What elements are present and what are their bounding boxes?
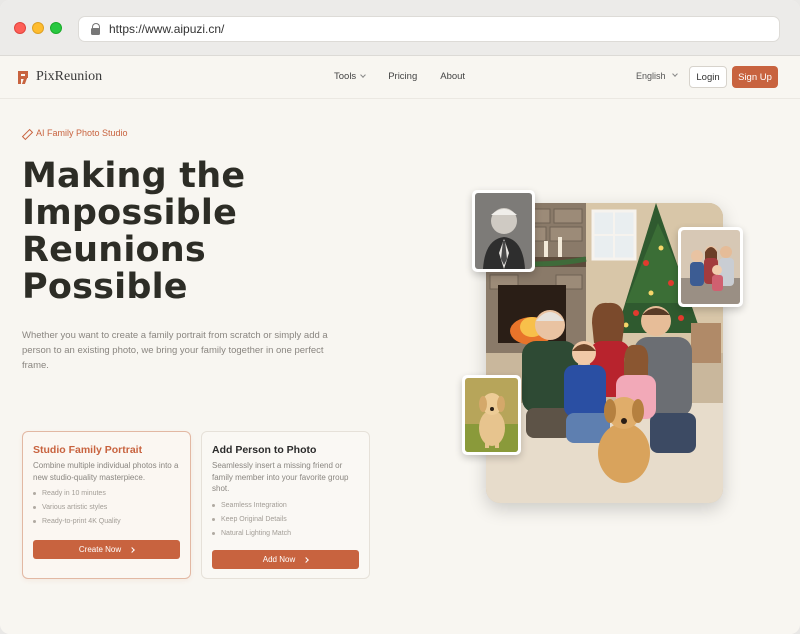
card-description: Seamlessly insert a missing friend or fa…: [212, 461, 349, 493]
grandpa-portrait-illustration: [475, 193, 532, 269]
feature-item: Ready-to-print 4K Quality: [33, 518, 121, 525]
page-content: PixReunion Tools Pricing About English L…: [0, 57, 800, 634]
brand-name: PixReunion: [36, 69, 103, 84]
chevron-down-icon: [671, 71, 678, 77]
card-description: Combine multiple individual photos into …: [33, 461, 179, 482]
create-now-button[interactable]: Create Now: [33, 540, 180, 559]
chevron-down-icon: [360, 72, 367, 78]
headline-line: Making the: [22, 156, 246, 196]
feature-item: Ready in 10 minutes: [33, 490, 106, 497]
address-bar[interactable]: https://www.aipuzi.cn/: [78, 16, 780, 42]
chevron-right-icon: [303, 556, 310, 563]
top-nav: PixReunion Tools Pricing About English L…: [0, 57, 800, 99]
studio-family-portrait-card[interactable]: Studio Family Portrait Combine multiple …: [22, 431, 191, 579]
nav-item-tools[interactable]: Tools: [334, 71, 367, 82]
maximize-window-button[interactable]: [50, 22, 62, 34]
lock-icon: [91, 23, 101, 35]
close-window-button[interactable]: [14, 22, 26, 34]
feature-item: Keep Original Details: [212, 516, 287, 523]
dog-photo: [462, 375, 521, 455]
family-group-photo: [678, 227, 743, 307]
browser-chrome: https://www.aipuzi.cn/: [0, 0, 800, 56]
feature-item: Natural Lighting Match: [212, 530, 291, 537]
feature-item: Various artistic styles: [33, 504, 107, 511]
headline-line: Reunions: [22, 230, 206, 270]
feature-item: Seamless Integration: [212, 502, 287, 509]
nav-item-pricing[interactable]: Pricing: [388, 71, 417, 82]
pencil-icon: [22, 129, 31, 138]
headline-line: Impossible: [22, 193, 238, 233]
language-selector[interactable]: English: [636, 71, 678, 81]
hero-subtext: Whether you want to create a family port…: [22, 330, 328, 371]
card-title: Add Person to Photo: [212, 444, 317, 456]
window-controls: [14, 22, 62, 34]
card-title: Studio Family Portrait: [33, 444, 143, 456]
dog-portrait-illustration: [465, 378, 518, 452]
grandpa-photo: [472, 190, 535, 272]
add-now-button[interactable]: Add Now: [212, 550, 359, 569]
login-button[interactable]: Login: [689, 66, 727, 88]
brand-mark-icon: [18, 70, 30, 84]
url-text: https://www.aipuzi.cn/: [109, 22, 225, 36]
nav-links: Tools Pricing About: [334, 71, 465, 82]
signup-button[interactable]: Sign Up: [732, 66, 778, 88]
headline-line: Possible: [22, 267, 188, 307]
hero-headline: Making the Impossible Reunions Possible: [22, 158, 342, 306]
add-person-card[interactable]: Add Person to Photo Seamlessly insert a …: [201, 431, 370, 579]
family-group-illustration: [681, 230, 740, 304]
minimize-window-button[interactable]: [32, 22, 44, 34]
hero-tagline: AI Family Photo Studio: [22, 128, 128, 138]
brand-logo[interactable]: PixReunion: [18, 69, 102, 85]
nav-item-about[interactable]: About: [440, 71, 465, 82]
browser-window: https://www.aipuzi.cn/ PixReunion Tools …: [0, 0, 800, 634]
chevron-right-icon: [129, 546, 135, 553]
